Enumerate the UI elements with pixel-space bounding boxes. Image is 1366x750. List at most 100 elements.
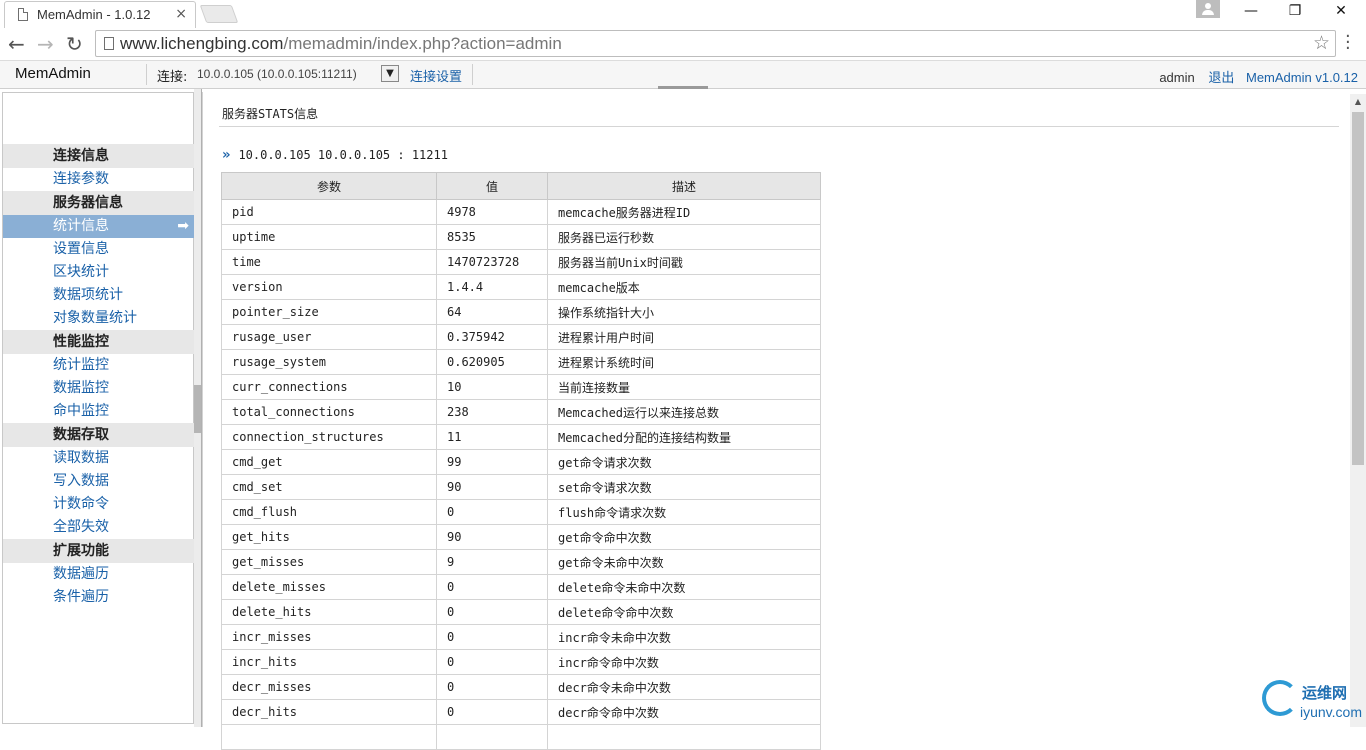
column-header-value: 值 [436, 172, 548, 200]
sidebar-item[interactable]: 数据项统计 [3, 284, 195, 307]
sidebar-item[interactable]: 命中监控 [3, 400, 195, 423]
sidebar-item[interactable]: 条件遍历 [3, 586, 195, 609]
cell-param: incr_hits [221, 649, 437, 675]
cell-value: 11 [436, 424, 548, 450]
sidebar-item[interactable]: 全部失效 [3, 516, 195, 539]
browser-tab-bar: MemAdmin - 1.0.12 × — ❐ ✕ [0, 0, 1366, 28]
sidebar-item-label: 命中监控 [53, 403, 109, 419]
sidebar-item[interactable]: 区块统计 [3, 261, 195, 284]
cell-param: cmd_get [221, 449, 437, 475]
cell-value: 4978 [436, 199, 548, 225]
sidebar-item[interactable]: 写入数据 [3, 470, 195, 493]
header-divider [146, 64, 147, 85]
sidebar-section-heading: 连接信息 [3, 144, 195, 168]
cell-value: 9 [436, 549, 548, 575]
scroll-up-icon[interactable]: ▲ [1350, 94, 1366, 109]
main-scrollbar[interactable]: ▲ [1350, 94, 1366, 727]
cell-description [547, 724, 821, 750]
browser-tab[interactable]: MemAdmin - 1.0.12 × [4, 1, 196, 28]
sidebar-item[interactable]: 对象数量统计 [3, 307, 195, 330]
sidebar-item[interactable]: 读取数据 [3, 447, 195, 470]
cell-param: total_connections [221, 399, 437, 425]
table-row: delete_misses 0 delete命令未命中次数 [221, 574, 821, 600]
sidebar-item[interactable]: 数据遍历 [3, 563, 195, 586]
cell-description: memcache服务器进程ID [547, 199, 821, 225]
cell-description: set命令请求次数 [547, 474, 821, 500]
cell-param: connection_structures [221, 424, 437, 450]
double-arrow-icon: » [222, 147, 231, 163]
close-window-icon[interactable]: ✕ [1326, 3, 1356, 21]
sidebar-item-label: 数据遍历 [53, 566, 109, 582]
sidebar-item-label: 全部失效 [53, 519, 109, 535]
version-link[interactable]: MemAdmin v1.0.12 [1246, 70, 1358, 85]
sidebar-nav: 连接信息 连接参数 服务器信息 统计信息 ➡ 设置信息 区块统计 数据项统计 对象数量统计 性能监… [3, 144, 195, 609]
restore-icon[interactable]: ❐ [1280, 3, 1310, 21]
sidebar-item[interactable]: 统计监控 [3, 354, 195, 377]
minimize-icon[interactable]: — [1236, 3, 1266, 21]
brand-title: MemAdmin [15, 65, 91, 82]
watermark-logo: 运维网 iyunv.com [1262, 678, 1362, 724]
cell-param: decr_hits [221, 699, 437, 725]
scrollbar-thumb[interactable] [1352, 112, 1364, 465]
cell-value: 0 [436, 599, 548, 625]
new-tab-button[interactable] [199, 5, 239, 23]
cell-param: pid [221, 199, 437, 225]
connection-dropdown-icon[interactable]: ▼ [381, 65, 399, 82]
sidebar-item[interactable]: 计数命令 [3, 493, 195, 516]
server-address: 10.0.0.105 10.0.0.105 : 11211 [238, 148, 448, 162]
cell-description: get命令请求次数 [547, 449, 821, 475]
logout-link[interactable]: 退出 [1208, 71, 1234, 86]
table-row [221, 724, 821, 750]
reload-icon[interactable]: ↻ [66, 32, 83, 56]
header-divider [472, 64, 473, 85]
page-icon [18, 8, 28, 21]
active-arrow-icon: ➡ [177, 218, 189, 234]
sidebar-item-label: 计数命令 [53, 496, 109, 512]
connection-label: 连接: [157, 70, 188, 85]
cell-param: rusage_user [221, 324, 437, 350]
table-row: time 1470723728 服务器当前Unix时间戳 [221, 249, 821, 275]
cell-value: 0 [436, 674, 548, 700]
table-row: decr_hits 0 decr命令命中次数 [221, 699, 821, 725]
forward-icon[interactable]: → [37, 32, 54, 56]
server-line: » 10.0.0.105 10.0.0.105 : 11211 [222, 147, 448, 163]
cell-value: 10 [436, 374, 548, 400]
cell-description: 当前连接数量 [547, 374, 821, 400]
sidebar-item-label: 连接参数 [53, 171, 109, 187]
watermark-ring-icon [1262, 680, 1298, 716]
sidebar-item[interactable]: 连接参数 [3, 168, 195, 191]
sidebar-item[interactable]: 统计信息 ➡ [3, 215, 195, 238]
current-user: admin [1159, 70, 1195, 85]
sidebar-section-heading: 服务器信息 [3, 191, 195, 215]
bookmark-star-icon[interactable]: ☆ [1313, 32, 1330, 54]
profile-user-icon[interactable] [1196, 0, 1220, 18]
cell-description: 服务器当前Unix时间戳 [547, 249, 821, 275]
cell-param: curr_connections [221, 374, 437, 400]
cell-description: memcache版本 [547, 274, 821, 300]
cell-param: pointer_size [221, 299, 437, 325]
main-content: 服务器STATS信息 » 10.0.0.105 10.0.0.105 : 1121… [202, 89, 1366, 750]
tab-close-icon[interactable]: × [175, 6, 187, 22]
cell-value: 64 [436, 299, 548, 325]
cell-description: 服务器已运行秒数 [547, 224, 821, 250]
cell-value: 1470723728 [436, 249, 548, 275]
sidebar-item-label: 读取数据 [53, 450, 109, 466]
back-icon[interactable]: ← [8, 32, 25, 56]
connection-settings-link[interactable]: 连接设置 [410, 66, 462, 85]
browser-menu-icon[interactable]: · · · [1345, 28, 1351, 58]
sidebar-item[interactable]: 数据监控 [3, 377, 195, 400]
sidebar-item[interactable]: 设置信息 [3, 238, 195, 261]
cell-description: get命令未命中次数 [547, 549, 821, 575]
page-info-icon[interactable] [104, 37, 114, 50]
address-bar[interactable]: www.lichengbing.com/memadmin/index.php?a… [95, 30, 1336, 57]
sidebar-splitter-grip[interactable] [194, 385, 201, 433]
sidebar-splitter[interactable] [194, 89, 201, 727]
cell-value: 0.620905 [436, 349, 548, 375]
cell-param [221, 724, 437, 750]
cell-value: 0 [436, 574, 548, 600]
cell-param: decr_misses [221, 674, 437, 700]
table-row: cmd_get 99 get命令请求次数 [221, 449, 821, 475]
sidebar-item-label: 数据项统计 [53, 287, 123, 303]
table-row: cmd_flush 0 flush命令请求次数 [221, 499, 821, 525]
tab-title: MemAdmin - 1.0.12 [37, 7, 151, 22]
